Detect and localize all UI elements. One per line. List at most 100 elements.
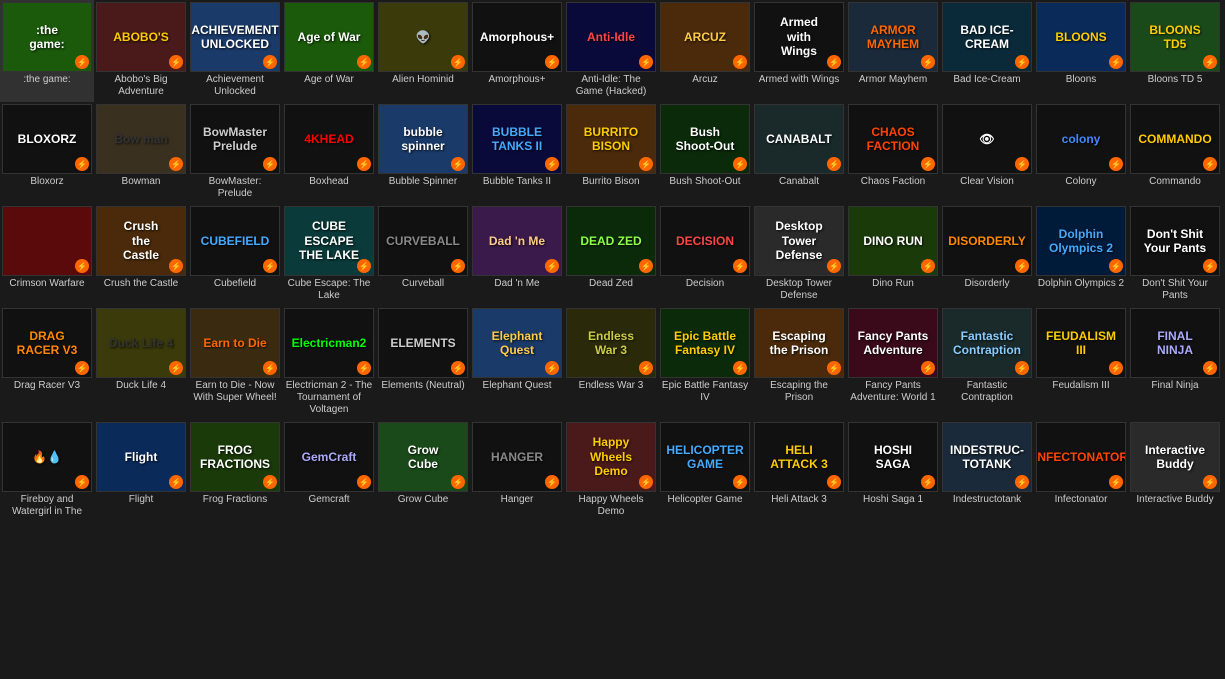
game-cell-alien-hominid[interactable]: 👽⚡Alien Hominid [376,0,470,102]
game-cell-chaos-faction[interactable]: CHAOSFACTION⚡Chaos Faction [846,102,940,204]
game-cell-cube-escape-lake[interactable]: CUBE ESCAPETHE LAKE⚡Cube Escape: The Lak… [282,204,376,306]
game-cell-gemcraft[interactable]: GemCraft⚡Gemcraft [282,420,376,522]
flash-badge-hanger: ⚡ [545,475,559,489]
game-thumb-text-bubble-tanks-2: BUBBLETANKS II [490,123,544,156]
game-label-crimson-warfare: Crimson Warfare [2,276,92,300]
game-cell-achievement-unlocked[interactable]: ACHIEVEMENTUNLOCKED⚡Achievement Unlocked [188,0,282,102]
game-thumb-text-grow-cube: GrowCube [406,441,441,474]
game-cell-disorderly[interactable]: DISORDERLY⚡Disorderly [940,204,1034,306]
game-cell-fantastic-contraption[interactable]: FantasticContraption⚡Fantastic Contrapti… [940,306,1034,420]
game-thumb-text-infectonator: INFECTONATOR [1037,448,1125,466]
game-cell-dont-shit-your-pants[interactable]: Don't ShitYour Pants⚡Don't Shit Your Pan… [1128,204,1222,306]
flash-badge-burrito-bison: ⚡ [639,157,653,171]
game-thumb-text-curveball: CURVEBALL [384,232,462,250]
game-cell-arcuz[interactable]: ARCUZ⚡Arcuz [658,0,752,102]
game-label-bad-ice-cream: Bad Ice-Cream [942,72,1032,96]
game-cell-bush-shoot-out[interactable]: BushShoot-Out⚡Bush Shoot-Out [658,102,752,204]
game-label-hoshi-saga-1: Hoshi Saga 1 [848,492,938,516]
game-cell-indestructotank[interactable]: INDESTRUC-TOTANK⚡Indestructotank [940,420,1034,522]
game-cell-escaping-the-prison[interactable]: Escapingthe Prison⚡Escaping the Prison [752,306,846,420]
game-label-colony: Colony [1036,174,1126,198]
game-cell-burrito-bison[interactable]: BURRITOBISON⚡Burrito Bison [564,102,658,204]
game-cell-flight[interactable]: Flight⚡Flight [94,420,188,522]
game-thumb-text-alien-hominid: 👽 [414,28,433,46]
game-thumb-text-epic-battle-fantasy-4: Epic BattleFantasy IV [672,327,738,360]
game-cell-crimson-warfare[interactable]: ⚡Crimson Warfare [0,204,94,306]
game-cell-bubble-spinner[interactable]: bubblespinner⚡Bubble Spinner [376,102,470,204]
flash-badge-bad-ice-cream: ⚡ [1015,55,1029,69]
game-cell-dead-zed[interactable]: DEAD ZED⚡Dead Zed [564,204,658,306]
game-cell-hoshi-saga-1[interactable]: HOSHISAGA⚡Hoshi Saga 1 [846,420,940,522]
game-cell-happy-wheels-demo[interactable]: HappyWheelsDemo⚡Happy Wheels Demo [564,420,658,522]
game-cell-final-ninja[interactable]: FINALNINJA⚡Final Ninja [1128,306,1222,420]
game-thumb-crush-the-castle: CrushtheCastle⚡ [96,206,186,276]
game-cell-epic-battle-fantasy-4[interactable]: Epic BattleFantasy IV⚡Epic Battle Fantas… [658,306,752,420]
game-label-heli-attack-3: Heli Attack 3 [754,492,844,516]
game-cell-bubble-tanks-2[interactable]: BUBBLETANKS II⚡Bubble Tanks II [470,102,564,204]
game-cell-armed-with-wings[interactable]: ArmedwithWings⚡Armed with Wings [752,0,846,102]
game-label-frog-fractions: Frog Fractions [190,492,280,516]
game-cell-duck-life-4[interactable]: Duck Life 4⚡Duck Life 4 [94,306,188,420]
game-thumb-abobos-big-adventure: ABOBO'S⚡ [96,2,186,72]
game-label-anti-idle: Anti-Idle: The Game (Hacked) [566,72,656,100]
game-cell-clear-vision[interactable]: 👁⚡Clear Vision [940,102,1034,204]
game-cell-drag-racer-v3[interactable]: DRAGRACER V3⚡Drag Racer V3 [0,306,94,420]
game-cell-bowman[interactable]: Bow man⚡Bowman [94,102,188,204]
game-cell-interactive-buddy[interactable]: InteractiveBuddy⚡Interactive Buddy [1128,420,1222,522]
game-thumb-earn-to-die: Earn to Die⚡ [190,308,280,378]
game-thumb-text-heli-attack-3: HELIATTACK 3 [768,441,830,474]
game-cell-hanger[interactable]: HANGER⚡Hanger [470,420,564,522]
game-cell-curveball[interactable]: CURVEBALL⚡Curveball [376,204,470,306]
game-cell-dolphin-olympics-2[interactable]: DolphinOlympics 2⚡Dolphin Olympics 2 [1034,204,1128,306]
game-cell-bloons-td5[interactable]: BLOONSTD5⚡Bloons TD 5 [1128,0,1222,102]
game-label-curveball: Curveball [378,276,468,300]
game-cell-frog-fractions[interactable]: FROGFRACTIONS⚡Frog Fractions [188,420,282,522]
game-cell-endless-war-3[interactable]: EndlessWar 3⚡Endless War 3 [564,306,658,420]
game-cell-cubefield[interactable]: CUBEFIELD⚡Cubefield [188,204,282,306]
game-thumb-text-colony: colony [1060,130,1103,148]
game-cell-grow-cube[interactable]: GrowCube⚡Grow Cube [376,420,470,522]
game-cell-elements-neutral[interactable]: ELEMENTS⚡Elements (Neutral) [376,306,470,420]
game-thumb-epic-battle-fantasy-4: Epic BattleFantasy IV⚡ [660,308,750,378]
game-cell-fancy-pants-adventure[interactable]: Fancy PantsAdventure⚡Fancy Pants Adventu… [846,306,940,420]
flash-badge-crush-the-castle: ⚡ [169,259,183,273]
game-cell-elephant-quest[interactable]: ElephantQuest⚡Elephant Quest [470,306,564,420]
game-thumb-desktop-tower-defense: DesktopTowerDefense⚡ [754,206,844,276]
game-cell-desktop-tower-defense[interactable]: DesktopTowerDefense⚡Desktop Tower Defens… [752,204,846,306]
game-thumb-disorderly: DISORDERLY⚡ [942,206,1032,276]
game-cell-bloxorz[interactable]: BLOXORZ⚡Bloxorz [0,102,94,204]
flash-badge-final-ninja: ⚡ [1203,361,1217,375]
flash-badge-dino-run: ⚡ [921,259,935,273]
game-cell-dino-run[interactable]: DINO RUN⚡Dino Run [846,204,940,306]
game-cell-armor-mayhem[interactable]: ARMORMAYHEM⚡Armor Mayhem [846,0,940,102]
game-cell-earn-to-die[interactable]: Earn to Die⚡Earn to Die - Now With Super… [188,306,282,420]
game-cell-electricman-2[interactable]: Electricman2⚡Electricman 2 - The Tournam… [282,306,376,420]
game-thumb-hanger: HANGER⚡ [472,422,562,492]
game-cell-crush-the-castle[interactable]: CrushtheCastle⚡Crush the Castle [94,204,188,306]
game-cell-amorphous-plus[interactable]: Amorphous+⚡Amorphous+ [470,0,564,102]
game-cell-bloons[interactable]: BLOONS⚡Bloons [1034,0,1128,102]
game-label-helicopter-game: Helicopter Game [660,492,750,516]
game-cell-boxhead[interactable]: 4KHEAD⚡Boxhead [282,102,376,204]
game-cell-canabalt[interactable]: CANABALT⚡Canabalt [752,102,846,204]
game-cell-colony[interactable]: colony⚡Colony [1034,102,1128,204]
game-cell-dad-n-me[interactable]: Dad 'n Me⚡Dad 'n Me [470,204,564,306]
flash-badge-the-game: ⚡ [75,55,89,69]
game-cell-bad-ice-cream[interactable]: BAD ICE-CREAM⚡Bad Ice-Cream [940,0,1034,102]
game-cell-commando[interactable]: COMMANDO⚡Commando [1128,102,1222,204]
game-cell-age-of-war[interactable]: Age of War⚡Age of War [282,0,376,102]
game-cell-bowmaster-prelude[interactable]: BowMasterPrelude⚡BowMaster: Prelude [188,102,282,204]
game-thumb-crimson-warfare: ⚡ [2,206,92,276]
game-cell-the-game[interactable]: :thegame:⚡:the game: [0,0,94,102]
game-cell-anti-idle[interactable]: Anti-Idle⚡Anti-Idle: The Game (Hacked) [564,0,658,102]
game-cell-decision[interactable]: DECISION⚡Decision [658,204,752,306]
game-thumb-flight: Flight⚡ [96,422,186,492]
game-cell-helicopter-game[interactable]: HELICOPTERGAME⚡Helicopter Game [658,420,752,522]
game-cell-heli-attack-3[interactable]: HELIATTACK 3⚡Heli Attack 3 [752,420,846,522]
game-cell-feudalism-3[interactable]: FEUDALISMIII⚡Feudalism III [1034,306,1128,420]
game-cell-abobos-big-adventure[interactable]: ABOBO'S⚡Abobo's Big Adventure [94,0,188,102]
game-thumb-bubble-spinner: bubblespinner⚡ [378,104,468,174]
flash-badge-canabalt: ⚡ [827,157,841,171]
game-cell-fireboy-and-watergirl[interactable]: 🔥💧⚡Fireboy and Watergirl in The [0,420,94,522]
game-cell-infectonator[interactable]: INFECTONATOR⚡Infectonator [1034,420,1128,522]
